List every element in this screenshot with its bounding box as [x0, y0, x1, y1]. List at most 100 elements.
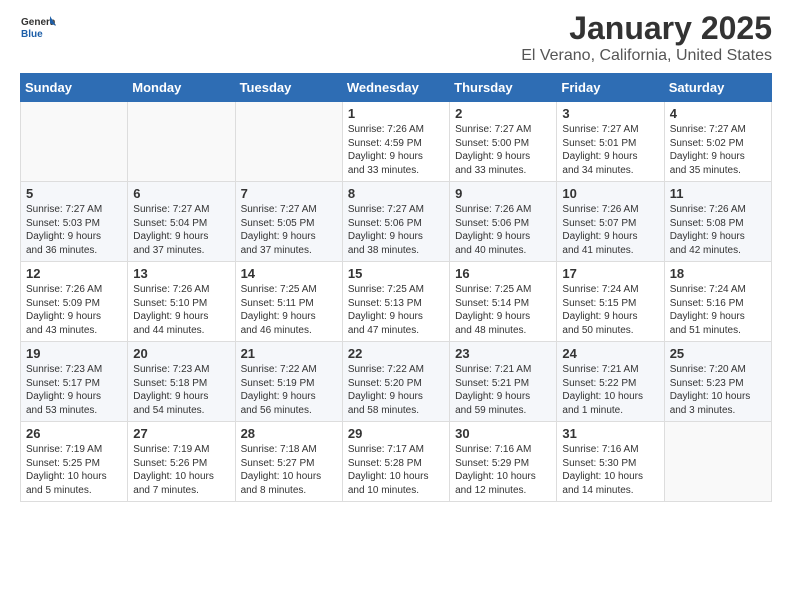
day-number: 27: [133, 426, 229, 441]
day-cell: 23Sunrise: 7:21 AM Sunset: 5:21 PM Dayli…: [450, 342, 557, 422]
day-number: 28: [241, 426, 337, 441]
day-cell: 5Sunrise: 7:27 AM Sunset: 5:03 PM Daylig…: [21, 182, 128, 262]
day-info: Sunrise: 7:22 AM Sunset: 5:20 PM Dayligh…: [348, 363, 444, 417]
day-cell: 7 Sunrise: 7:27 AM Sunset: 5:05 PM Daylig…: [235, 182, 342, 262]
day-cell: 24Sunrise: 7:21 AM Sunset: 5:22 PM Dayli…: [557, 342, 664, 422]
day-cell: 19 Sunrise: 7:23 AM Sunset: 5:17 PM Dayli…: [21, 342, 128, 422]
weekday-header-saturday: Saturday: [664, 74, 771, 102]
logo-svg: General Blue: [20, 10, 56, 46]
day-number: 22: [348, 346, 444, 361]
weekday-header-wednesday: Wednesday: [342, 74, 449, 102]
day-number: 13: [133, 266, 229, 281]
day-cell: 18Sunrise: 7:24 AM Sunset: 5:16 PM Dayli…: [664, 262, 771, 342]
day-info: Sunrise: 7:27 AM Sunset: 5:03 PM Dayligh…: [26, 203, 122, 257]
day-number: 10: [562, 186, 658, 201]
day-cell: 6Sunrise: 7:27 AM Sunset: 5:04 PM Daylig…: [128, 182, 235, 262]
day-info: Sunrise: 7:26 AM Sunset: 4:59 PM Dayligh…: [348, 123, 444, 177]
day-cell: [235, 102, 342, 182]
day-number: 25: [670, 346, 766, 361]
day-info: Sunrise: 7:23 AM Sunset: 5:17 PM Dayligh…: [26, 363, 122, 417]
day-cell: 1Sunrise: 7:26 AM Sunset: 4:59 PM Daylig…: [342, 102, 449, 182]
day-number: 26: [26, 426, 122, 441]
day-cell: 22 Sunrise: 7:22 AM Sunset: 5:20 PM Dayli…: [342, 342, 449, 422]
day-number: 23: [455, 346, 551, 361]
day-cell: 4 Sunrise: 7:27 AM Sunset: 5:02 PM Daylig…: [664, 102, 771, 182]
day-info: Sunrise: 7:18 AM Sunset: 5:27 PM Dayligh…: [241, 443, 337, 497]
day-info: Sunrise: 7:22 AM Sunset: 5:19 PM Dayligh…: [241, 363, 337, 417]
day-number: 20: [133, 346, 229, 361]
day-info: Sunrise: 7:23 AM Sunset: 5:18 PM Dayligh…: [133, 363, 229, 417]
day-info: Sunrise: 7:27 AM Sunset: 5:05 PM Dayligh…: [241, 203, 337, 257]
weekday-header-sunday: Sunday: [21, 74, 128, 102]
day-info: Sunrise: 7:26 AM Sunset: 5:07 PM Dayligh…: [562, 203, 658, 257]
day-info: Sunrise: 7:24 AM Sunset: 5:15 PM Dayligh…: [562, 283, 658, 337]
day-cell: 16 Sunrise: 7:25 AM Sunset: 5:14 PM Dayli…: [450, 262, 557, 342]
day-info: Sunrise: 7:25 AM Sunset: 5:13 PM Dayligh…: [348, 283, 444, 337]
day-cell: [21, 102, 128, 182]
day-info: Sunrise: 7:27 AM Sunset: 5:02 PM Dayligh…: [670, 123, 766, 177]
day-info: Sunrise: 7:27 AM Sunset: 5:06 PM Dayligh…: [348, 203, 444, 257]
day-cell: 3Sunrise: 7:27 AM Sunset: 5:01 PM Daylig…: [557, 102, 664, 182]
day-cell: 27 Sunrise: 7:19 AM Sunset: 5:26 PM Dayli…: [128, 422, 235, 502]
day-number: 7: [241, 186, 337, 201]
day-number: 30: [455, 426, 551, 441]
week-row-2: 5Sunrise: 7:27 AM Sunset: 5:03 PM Daylig…: [21, 182, 772, 262]
day-number: 29: [348, 426, 444, 441]
location-title: El Verano, California, United States: [521, 47, 772, 65]
day-cell: [128, 102, 235, 182]
day-number: 9: [455, 186, 551, 201]
logo: General Blue: [20, 10, 56, 46]
day-info: Sunrise: 7:26 AM Sunset: 5:06 PM Dayligh…: [455, 203, 551, 257]
day-number: 17: [562, 266, 658, 281]
day-number: 2: [455, 106, 551, 121]
day-info: Sunrise: 7:19 AM Sunset: 5:26 PM Dayligh…: [133, 443, 229, 497]
day-cell: 15 Sunrise: 7:25 AM Sunset: 5:13 PM Dayli…: [342, 262, 449, 342]
day-cell: 30Sunrise: 7:16 AM Sunset: 5:29 PM Dayli…: [450, 422, 557, 502]
day-info: Sunrise: 7:20 AM Sunset: 5:23 PM Dayligh…: [670, 363, 766, 417]
day-cell: 2 Sunrise: 7:27 AM Sunset: 5:00 PM Daylig…: [450, 102, 557, 182]
day-cell: 11 Sunrise: 7:26 AM Sunset: 5:08 PM Dayli…: [664, 182, 771, 262]
day-number: 31: [562, 426, 658, 441]
calendar-table: SundayMondayTuesdayWednesdayThursdayFrid…: [20, 73, 772, 502]
day-cell: 20 Sunrise: 7:23 AM Sunset: 5:18 PM Dayli…: [128, 342, 235, 422]
day-cell: 10 Sunrise: 7:26 AM Sunset: 5:07 PM Dayli…: [557, 182, 664, 262]
day-info: Sunrise: 7:25 AM Sunset: 5:14 PM Dayligh…: [455, 283, 551, 337]
day-number: 6: [133, 186, 229, 201]
weekday-header-thursday: Thursday: [450, 74, 557, 102]
day-number: 15: [348, 266, 444, 281]
day-number: 4: [670, 106, 766, 121]
day-info: Sunrise: 7:26 AM Sunset: 5:08 PM Dayligh…: [670, 203, 766, 257]
weekday-header-tuesday: Tuesday: [235, 74, 342, 102]
day-cell: 21 Sunrise: 7:22 AM Sunset: 5:19 PM Dayli…: [235, 342, 342, 422]
week-row-3: 12Sunrise: 7:26 AM Sunset: 5:09 PM Dayli…: [21, 262, 772, 342]
day-info: Sunrise: 7:16 AM Sunset: 5:30 PM Dayligh…: [562, 443, 658, 497]
day-cell: 17 Sunrise: 7:24 AM Sunset: 5:15 PM Dayli…: [557, 262, 664, 342]
day-cell: 12Sunrise: 7:26 AM Sunset: 5:09 PM Dayli…: [21, 262, 128, 342]
day-cell: [664, 422, 771, 502]
day-number: 24: [562, 346, 658, 361]
day-info: Sunrise: 7:26 AM Sunset: 5:09 PM Dayligh…: [26, 283, 122, 337]
week-row-1: 1Sunrise: 7:26 AM Sunset: 4:59 PM Daylig…: [21, 102, 772, 182]
day-info: Sunrise: 7:27 AM Sunset: 5:00 PM Dayligh…: [455, 123, 551, 177]
title-area: January 2025 El Verano, California, Unit…: [521, 10, 772, 65]
weekday-header-monday: Monday: [128, 74, 235, 102]
day-number: 3: [562, 106, 658, 121]
day-cell: 9 Sunrise: 7:26 AM Sunset: 5:06 PM Daylig…: [450, 182, 557, 262]
day-cell: 28 Sunrise: 7:18 AM Sunset: 5:27 PM Dayli…: [235, 422, 342, 502]
header: General Blue January 2025 El Verano, Cal…: [20, 10, 772, 65]
day-number: 8: [348, 186, 444, 201]
day-cell: 29 Sunrise: 7:17 AM Sunset: 5:28 PM Dayli…: [342, 422, 449, 502]
weekday-header-friday: Friday: [557, 74, 664, 102]
day-info: Sunrise: 7:17 AM Sunset: 5:28 PM Dayligh…: [348, 443, 444, 497]
week-row-4: 19 Sunrise: 7:23 AM Sunset: 5:17 PM Dayli…: [21, 342, 772, 422]
day-cell: 26Sunrise: 7:19 AM Sunset: 5:25 PM Dayli…: [21, 422, 128, 502]
day-number: 19: [26, 346, 122, 361]
day-number: 21: [241, 346, 337, 361]
week-row-5: 26Sunrise: 7:19 AM Sunset: 5:25 PM Dayli…: [21, 422, 772, 502]
day-number: 14: [241, 266, 337, 281]
day-info: Sunrise: 7:25 AM Sunset: 5:11 PM Dayligh…: [241, 283, 337, 337]
day-number: 11: [670, 186, 766, 201]
day-number: 16: [455, 266, 551, 281]
day-cell: 8 Sunrise: 7:27 AM Sunset: 5:06 PM Daylig…: [342, 182, 449, 262]
day-cell: 31 Sunrise: 7:16 AM Sunset: 5:30 PM Dayli…: [557, 422, 664, 502]
